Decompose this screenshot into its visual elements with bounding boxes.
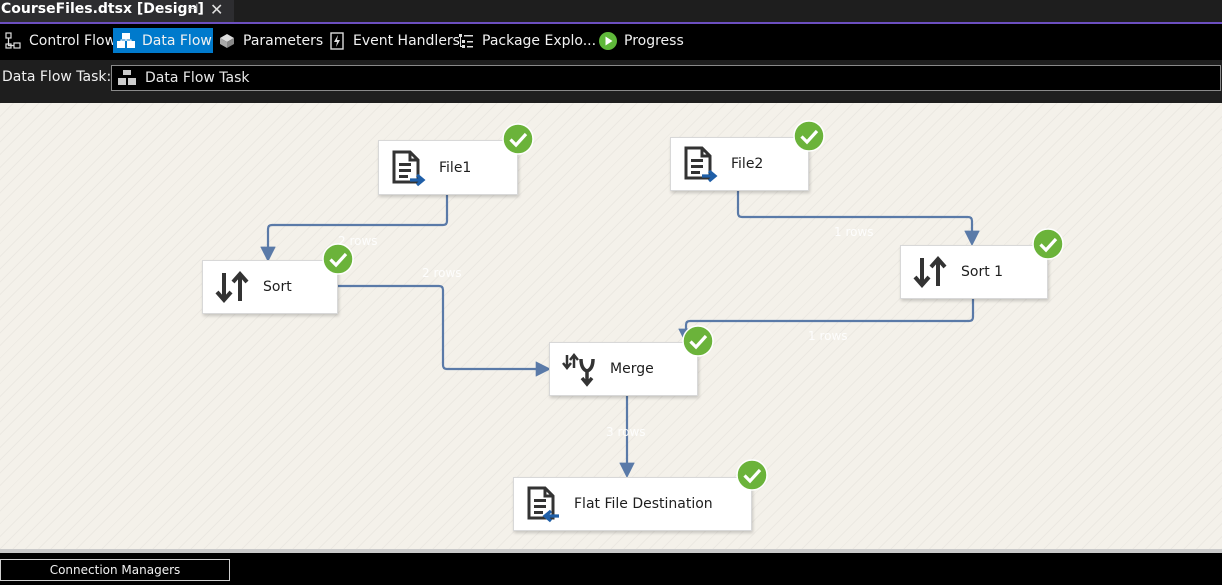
sort-icon (211, 266, 253, 308)
component-file2[interactable]: File2 (670, 137, 809, 191)
connection-managers-strip: Connection Managers (0, 553, 1222, 585)
success-check-icon (682, 325, 714, 357)
pin-icon[interactable]: ⊣ (187, 2, 198, 17)
component-flat-file-destination[interactable]: Flat File Destination (513, 477, 752, 531)
data-flow-task-dropdown[interactable]: Data Flow Task (111, 65, 1221, 91)
success-check-icon (502, 123, 534, 155)
tab-data-flow-label: Data Flow (142, 32, 212, 49)
tab-package-explorer-label: Package Explo... (482, 32, 597, 49)
flat-file-source-icon (387, 147, 429, 189)
data-flow-task-label: Data Flow Task: (2, 69, 112, 85)
component-sort-1-label: Sort 1 (961, 264, 1004, 280)
success-check-icon (736, 459, 768, 491)
success-check-icon (322, 243, 354, 275)
component-sort[interactable]: Sort (202, 260, 338, 314)
component-file1[interactable]: File1 (378, 140, 518, 195)
tab-control-flow-label: Control Flow (29, 32, 117, 49)
progress-icon (598, 31, 618, 51)
path-label-file2-sort1: 1 rows (834, 225, 874, 239)
path-file1-sort[interactable] (260, 193, 449, 263)
tab-parameters[interactable]: Parameters (214, 28, 323, 53)
connection-managers-tab[interactable]: Connection Managers (0, 559, 230, 581)
component-merge-label: Merge (610, 361, 654, 377)
path-label-merge-destination: 3 rows (606, 425, 646, 439)
tab-progress-label: Progress (624, 32, 684, 49)
path-sort-merge[interactable] (336, 284, 552, 377)
design-canvas[interactable]: 2 rows 1 rows 2 rows 1 rows 3 rows File1… (0, 103, 1222, 549)
document-tab[interactable]: CourseFiles.dtsx [Design] ⊣ ✕ (0, 0, 234, 22)
tab-event-handlers[interactable]: Event Handlers (324, 28, 460, 53)
success-check-icon (793, 120, 825, 152)
component-merge[interactable]: Merge (549, 342, 698, 396)
parameters-icon (217, 31, 237, 51)
document-tab-bar: CourseFiles.dtsx [Design] ⊣ ✕ (0, 0, 1222, 24)
control-flow-icon (3, 31, 23, 51)
tab-package-explorer[interactable]: Package Explo... (453, 28, 596, 53)
sort-icon (909, 251, 951, 293)
component-flat-file-destination-label: Flat File Destination (574, 496, 713, 512)
success-check-icon (1032, 228, 1064, 260)
path-label-sort1-merge: 1 rows (808, 329, 848, 343)
flat-file-destination-icon (522, 483, 564, 525)
data-flow-icon (116, 31, 136, 51)
designer-tab-strip: Control Flow Data Flow Parameters Event … (0, 24, 1222, 60)
path-label-sort-merge: 2 rows (422, 266, 462, 280)
data-flow-task-bar: Data Flow Task: Data Flow Task (0, 60, 1222, 98)
component-sort-label: Sort (263, 279, 292, 295)
close-icon[interactable]: ✕ (210, 0, 223, 20)
tab-event-handlers-label: Event Handlers (353, 32, 460, 49)
merge-icon (558, 348, 600, 390)
tab-progress[interactable]: Progress (595, 28, 684, 53)
component-sort-1[interactable]: Sort 1 (900, 245, 1048, 299)
data-flow-task-icon (117, 70, 139, 86)
tab-data-flow[interactable]: Data Flow (113, 28, 213, 53)
component-file1-label: File1 (439, 159, 472, 176)
data-flow-task-value: Data Flow Task (145, 70, 250, 86)
package-explorer-icon (456, 31, 476, 51)
document-tab-title: CourseFiles.dtsx [Design] (1, 1, 204, 17)
tab-parameters-label: Parameters (243, 32, 324, 49)
component-file2-label: File2 (731, 156, 764, 172)
tab-control-flow[interactable]: Control Flow (0, 28, 116, 53)
flat-file-source-icon (679, 143, 721, 185)
event-handlers-icon (327, 31, 347, 51)
